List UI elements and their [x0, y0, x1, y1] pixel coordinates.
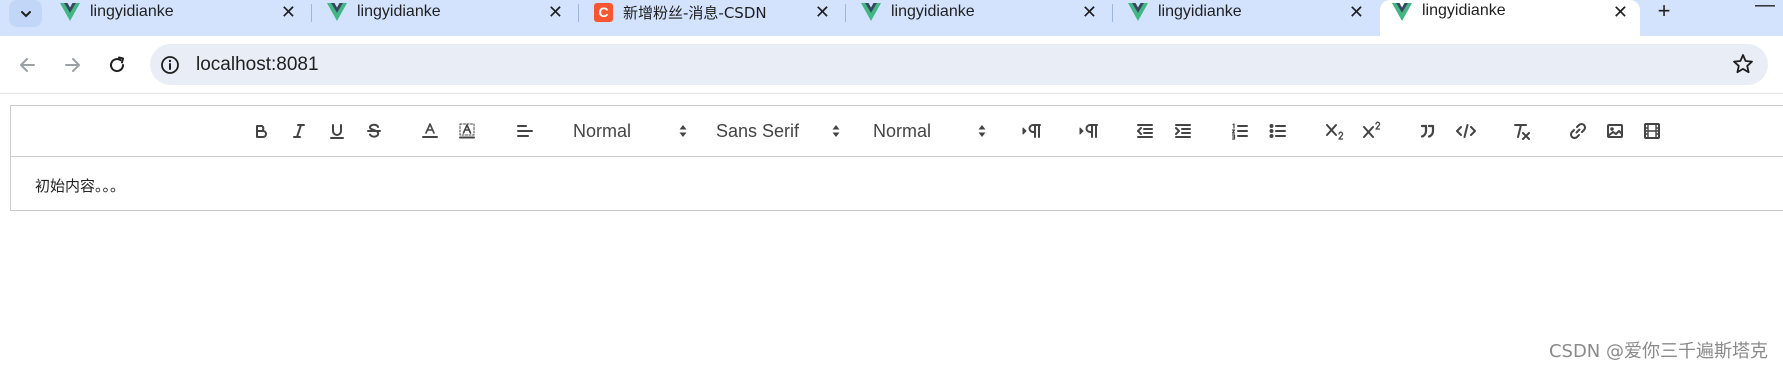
indent-button[interactable] [1171, 119, 1195, 143]
arrow-right-icon [65, 58, 80, 72]
tab-separator [1112, 4, 1113, 22]
browser-toolbar: localhost:8081 [0, 36, 1783, 94]
subscript-icon [1326, 124, 1344, 140]
clear-format-icon [1514, 124, 1530, 140]
blockquote-button[interactable] [1416, 119, 1440, 143]
tab-title: 新增粉丝-消息-CSDN [623, 3, 767, 22]
bold-icon [256, 125, 267, 138]
outdent-button[interactable] [1133, 119, 1157, 143]
image-button[interactable] [1603, 119, 1627, 143]
bullet-list-icon [1269, 124, 1286, 138]
new-tab-button[interactable]: + [1651, 0, 1677, 24]
forward-button[interactable] [57, 50, 87, 80]
video-button[interactable] [1640, 119, 1664, 143]
vue-logo-icon [1128, 3, 1148, 21]
link-icon [1569, 122, 1587, 140]
strike-button[interactable] [363, 119, 385, 143]
vue-logo-icon [1392, 3, 1412, 21]
minimize-button[interactable]: — [1755, 0, 1775, 17]
tab-separator [578, 4, 579, 22]
tab-lingyidianke-5[interactable]: lingyidianke ✕ [1116, 0, 1376, 24]
align-button[interactable] [513, 119, 537, 143]
indent-icon [1175, 124, 1191, 138]
text-color-icon [422, 123, 438, 138]
tab-lingyidianke-4[interactable]: lingyidianke ✕ [849, 0, 1109, 24]
font-picker-label: Sans Serif [716, 120, 800, 141]
video-icon [1644, 123, 1660, 139]
rtl-direction-button[interactable] [1077, 119, 1101, 143]
chevron-down-icon [20, 10, 31, 17]
tab-title: lingyidianke [891, 3, 975, 20]
superscript-button[interactable] [1360, 119, 1384, 143]
tab-csdn[interactable]: C 新增粉丝-消息-CSDN ✕ [582, 0, 842, 24]
align-left-icon [517, 125, 533, 137]
tab-strip: lingyidianke ✕ lingyidianke ✕ C 新增粉丝-消息-… [0, 0, 1783, 36]
tab-lingyidianke-2[interactable]: lingyidianke ✕ [315, 0, 575, 24]
tab-title: lingyidianke [90, 3, 174, 20]
arrow-left-icon [20, 58, 35, 72]
font-picker[interactable]: Sans Serif [716, 119, 842, 143]
ordered-list-button[interactable] [1228, 119, 1252, 143]
tab-title: lingyidianke [357, 3, 441, 20]
code-icon [1456, 124, 1476, 138]
reload-button[interactable] [102, 50, 132, 80]
close-icon[interactable]: ✕ [548, 2, 563, 22]
header-picker[interactable]: Normal [573, 119, 689, 143]
tab-title: lingyidianke [1158, 3, 1242, 20]
csdn-logo-icon: C [594, 2, 613, 22]
outdent-icon [1137, 124, 1153, 138]
size-picker-label: Normal [873, 120, 932, 141]
subscript-button[interactable] [1323, 119, 1347, 143]
bullet-list-button[interactable] [1266, 119, 1290, 143]
background-color-icon [459, 123, 475, 139]
quote-icon [1420, 124, 1435, 138]
pilcrow-ltr-icon [1022, 124, 1041, 138]
code-block-button[interactable] [1454, 119, 1478, 143]
pilcrow-rtl-icon [1079, 124, 1098, 138]
vue-logo-icon [60, 3, 80, 21]
vue-logo-icon [327, 3, 347, 21]
underline-icon [330, 124, 344, 139]
editor-content[interactable]: 初始内容。。。 [35, 175, 125, 196]
header-picker-label: Normal [573, 120, 632, 141]
text-color-button[interactable] [418, 119, 442, 143]
size-picker[interactable]: Normal [873, 119, 988, 143]
vue-logo-icon [861, 3, 881, 21]
image-icon [1607, 124, 1623, 138]
tab-lingyidianke-active[interactable]: lingyidianke ✕ [1380, 0, 1640, 36]
close-icon[interactable]: ✕ [1349, 2, 1364, 22]
tab-lingyidianke-1[interactable]: lingyidianke ✕ [48, 0, 308, 24]
back-button[interactable] [13, 50, 43, 80]
watermark: CSDN @爱你三千遍斯塔克 [1548, 341, 1768, 362]
tab-title: lingyidianke [1422, 2, 1506, 19]
editor-toolbar: Normal Sans Serif Normal [11, 106, 1783, 157]
address-bar[interactable]: localhost:8081 [150, 44, 1768, 85]
tab-separator [845, 4, 846, 22]
tab-separator [311, 4, 312, 22]
italic-icon [293, 124, 305, 138]
close-icon[interactable]: ✕ [1613, 2, 1628, 22]
rich-text-editor: Normal Sans Serif Normal 初始内容。。。 [10, 105, 1783, 211]
underline-button[interactable] [326, 119, 348, 143]
updown-arrow-icon [832, 125, 840, 137]
close-icon[interactable]: ✕ [1082, 2, 1097, 22]
site-info-icon[interactable] [160, 55, 180, 75]
tab-search-button[interactable] [9, 0, 42, 27]
link-button[interactable] [1566, 119, 1590, 143]
reload-icon [110, 56, 125, 73]
bookmark-star-icon[interactable] [1732, 53, 1754, 75]
italic-button[interactable] [288, 119, 310, 143]
bold-button[interactable] [250, 119, 272, 143]
ordered-list-icon [1231, 123, 1248, 140]
clean-format-button[interactable] [1510, 119, 1534, 143]
close-icon[interactable]: ✕ [815, 2, 830, 22]
url-text[interactable]: localhost:8081 [196, 54, 319, 76]
close-icon[interactable]: ✕ [281, 2, 296, 22]
updown-arrow-icon [679, 125, 687, 137]
background-color-button[interactable] [455, 119, 479, 143]
strikethrough-icon [367, 123, 381, 138]
updown-arrow-icon [978, 125, 986, 137]
ltr-direction-button[interactable] [1020, 119, 1044, 143]
superscript-icon [1363, 121, 1381, 138]
